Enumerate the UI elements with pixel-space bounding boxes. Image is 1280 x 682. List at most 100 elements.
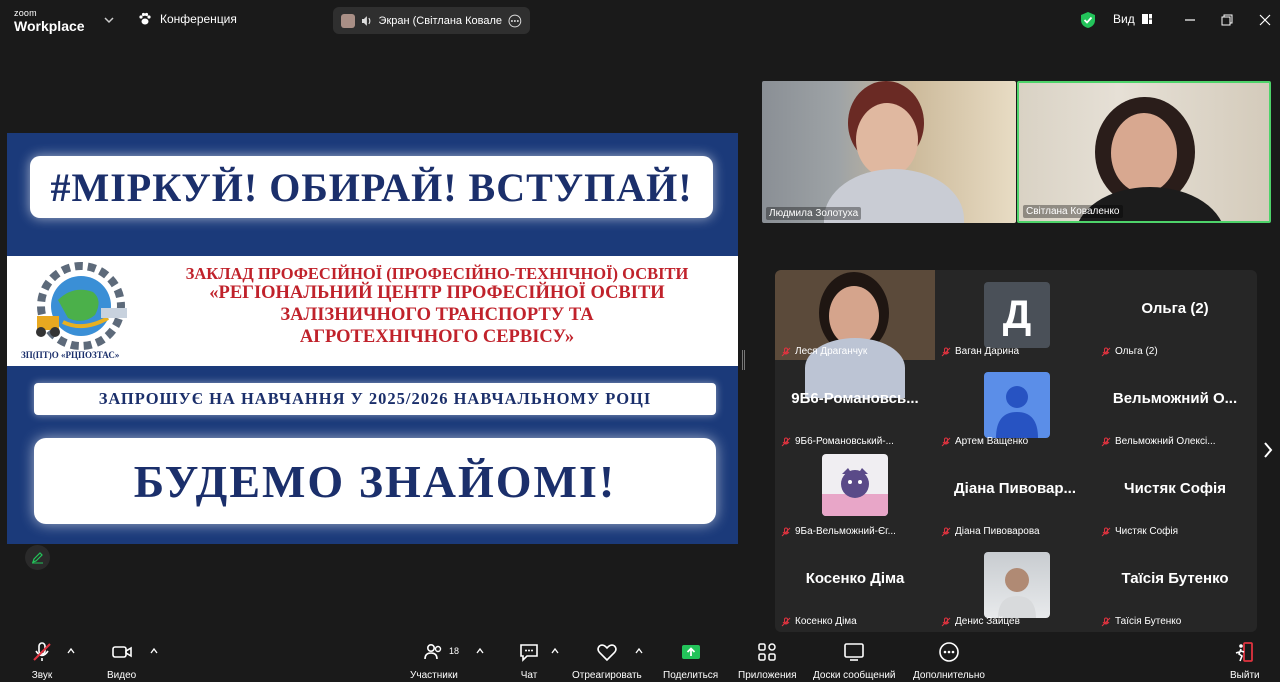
- chevron-up-icon[interactable]: [634, 646, 644, 656]
- slide-closing: БУДЕМО ЗНАЙОМІ!: [133, 455, 617, 507]
- mic-muted-icon: [941, 347, 951, 356]
- chevron-up-icon[interactable]: [550, 646, 560, 656]
- view-button[interactable]: Вид: [1113, 12, 1153, 26]
- leave-button[interactable]: Выйти: [1230, 640, 1260, 681]
- photo-avatar-icon: [998, 568, 1036, 618]
- slide-headline-band: #МІРКУЙ! ОБИРАЙ! ВСТУПАЙ!: [30, 156, 713, 218]
- avatar-letter: Д: [984, 282, 1050, 348]
- react-label: Отреагировать: [572, 670, 642, 681]
- logo-big: Workplace: [14, 18, 85, 34]
- face-shape: [1111, 113, 1177, 193]
- participant-display-name: Вельможний О...: [1112, 390, 1238, 407]
- mic-muted-icon: [1101, 527, 1111, 536]
- paw-icon: [139, 12, 151, 25]
- chevron-up-icon[interactable]: [149, 646, 159, 656]
- participant-tile[interactable]: 9Б6-Романовсь... 9Б6-Романовський-...: [775, 360, 935, 450]
- more-options-icon[interactable]: [508, 14, 522, 28]
- participant-tile[interactable]: Ольга (2) Ольга (2): [1095, 270, 1255, 360]
- chevron-up-icon[interactable]: [475, 646, 485, 656]
- participants-label: Участники: [410, 670, 458, 681]
- participant-name: Косенко Діма: [781, 616, 857, 627]
- whiteboards-label: Доски сообщений: [813, 670, 896, 681]
- chat-label: Чат: [520, 670, 538, 681]
- slide-headline: #МІРКУЙ! ОБИРАЙ! ВСТУПАЙ!: [50, 164, 693, 210]
- apps-button[interactable]: Приложения: [738, 640, 797, 681]
- default-avatar: [984, 372, 1050, 438]
- audio-button[interactable]: Звук: [30, 640, 54, 681]
- mic-muted-icon: [33, 642, 51, 661]
- exit-icon: [1235, 642, 1253, 662]
- meeting-info[interactable]: Конференция: [138, 12, 237, 26]
- shared-screen[interactable]: #МІРКУЙ! ОБИРАЙ! ВСТУПАЙ! ЗП(ПТ)О «РЦПОЗ…: [7, 133, 738, 544]
- face-shape: [856, 103, 918, 177]
- shield-check-icon[interactable]: [1080, 11, 1096, 29]
- participants-count: 18: [449, 646, 460, 656]
- participant-name: Ваган Дарина: [941, 346, 1019, 357]
- slide-invite: ЗАПРОШУЄ НА НАВЧАННЯ У 2025/2026 НАВЧАЛЬ…: [98, 389, 652, 408]
- video-button[interactable]: Видео: [107, 640, 136, 681]
- participant-tile[interactable]: Д Ваган Дарина: [935, 270, 1095, 360]
- participant-tile[interactable]: Діана Пивовар... Діана Пивоварова: [935, 450, 1095, 540]
- restore-icon[interactable]: [1219, 12, 1235, 28]
- share-screen-icon: [681, 645, 700, 659]
- zoom-logo[interactable]: zoom Workplace: [14, 8, 85, 34]
- org-line-2: «РЕГІОНАЛЬНИЙ ЦЕНТР ПРОФЕСІЙНОЇ ОСВІТИ: [209, 283, 665, 304]
- video-label: Видео: [107, 670, 137, 681]
- title-bar: zoom Workplace Конференция Экран (Світла…: [0, 0, 1280, 40]
- participant-tile[interactable]: Чистяк Софія Чистяк Софія: [1095, 450, 1255, 540]
- view-label: Вид: [1113, 12, 1135, 26]
- share-label: Поделиться: [663, 670, 719, 681]
- layout-icon: [1141, 14, 1152, 24]
- chevron-right-icon[interactable]: [1262, 440, 1274, 460]
- mic-muted-icon: [781, 347, 791, 356]
- whiteboards-button[interactable]: Доски сообщений: [813, 640, 896, 681]
- speaker-icon: [361, 15, 371, 26]
- split-handle[interactable]: [742, 350, 745, 370]
- pen-icon: [32, 552, 43, 564]
- participant-tile[interactable]: Косенко Діма Косенко Діма: [775, 540, 935, 630]
- screen-share-indicator[interactable]: Экран (Світлана Коваленко): [333, 7, 530, 34]
- minimize-icon[interactable]: [1182, 12, 1198, 28]
- annotate-button[interactable]: [25, 545, 50, 570]
- share-button[interactable]: Поделиться: [663, 640, 718, 681]
- participant-name: Ольга (2): [1101, 346, 1158, 357]
- react-button[interactable]: Отреагировать: [572, 640, 642, 681]
- participant-name: Чистяк Софія: [1101, 526, 1178, 537]
- mic-muted-icon: [1101, 437, 1111, 446]
- speaker-video-2[interactable]: Світлана Коваленко: [1017, 81, 1271, 223]
- face-shape: [829, 286, 879, 346]
- participant-tile[interactable]: Денис Зайцев: [935, 540, 1095, 630]
- org-line-4: АГРОТЕХНІЧНОГО СЕРВІСУ»: [299, 327, 575, 348]
- speaker-name: Людмила Золотуха: [766, 207, 862, 220]
- speaker-video-1[interactable]: Людмила Золотуха: [762, 81, 1016, 223]
- participant-name: Діана Пивоварова: [941, 526, 1040, 537]
- participant-tile[interactable]: Артем Ващенко: [935, 360, 1095, 450]
- mic-muted-icon: [1101, 617, 1111, 626]
- mic-muted-icon: [941, 617, 951, 626]
- close-icon[interactable]: [1257, 12, 1273, 28]
- participant-tile[interactable]: Вельможний О... Вельможний Олексі...: [1095, 360, 1255, 450]
- apps-icon: [758, 643, 776, 661]
- more-button[interactable]: Дополнительно: [913, 640, 985, 681]
- chevron-up-icon[interactable]: [66, 646, 76, 656]
- participant-display-name: Таїсія Бутенко: [1121, 570, 1229, 587]
- meeting-label: Конференция: [160, 12, 237, 26]
- mic-muted-icon: [781, 617, 791, 626]
- mic-muted-icon: [941, 527, 951, 536]
- logo-small: zoom: [14, 8, 37, 18]
- more-icon: [939, 642, 959, 662]
- participant-tile[interactable]: Таїсія Бутенко Таїсія Бутенко: [1095, 540, 1255, 630]
- camera-icon: [111, 646, 132, 658]
- profile-picture: [822, 454, 888, 516]
- chat-button[interactable]: Чат: [517, 640, 541, 681]
- mic-muted-icon: [1101, 347, 1111, 356]
- org-line-1: ЗАКЛАД ПРОФЕСІЙНОЇ (ПРОФЕСІЙНО-ТЕХНІЧНОЇ…: [185, 264, 689, 283]
- org-line-3: ЗАЛІЗНИЧНОГО ТРАНСПОРТУ ТА: [280, 305, 594, 326]
- school-emblem-icon: [36, 262, 127, 350]
- participant-tile[interactable]: 9Ба-Вельможний-Єг...: [775, 450, 935, 540]
- meeting-toolbar: Звук Видео Участники 18 Чат Отреагироват…: [0, 634, 1280, 682]
- chevron-down-icon[interactable]: [102, 13, 116, 27]
- participant-display-name: 9Б6-Романовсь...: [791, 390, 919, 407]
- participant-tile[interactable]: Леся Драганчук: [775, 270, 935, 398]
- heart-icon: [597, 644, 617, 662]
